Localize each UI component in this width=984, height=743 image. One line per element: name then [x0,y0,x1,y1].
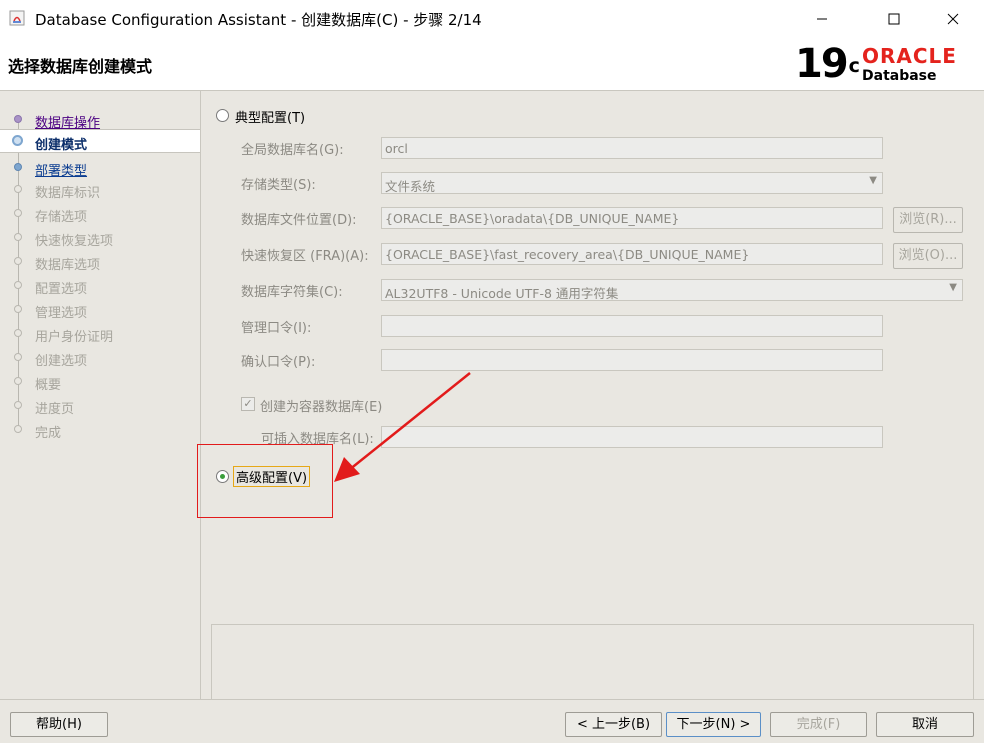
logo-version: 19 [795,41,849,87]
close-button[interactable] [930,0,976,38]
nav-step-db-identification: 数据库标识 [0,178,200,201]
main-panel: 典型配置(T) 全局数据库名(G): orcl 存储类型(S): 文件系统 ▼ … [201,91,984,701]
nav-step-deployment-type[interactable]: 部署类型 [0,156,200,179]
nav-step-label: 概要 [35,378,62,393]
nav-step-creation-options: 创建选项 [0,346,200,369]
step-pending-icon [14,257,22,265]
dropdown-arrow-icon: ▼ [949,282,957,293]
nav-step-label: 用户身份证明 [35,330,114,345]
help-button[interactable]: 帮助(H) [10,712,108,737]
step-pending-icon [14,233,22,241]
message-area [211,624,974,701]
nav-step-config-options: 配置选项 [0,274,200,297]
nav-step-fast-recovery: 快速恢复选项 [0,226,200,249]
fra-location-input[interactable]: {ORACLE_BASE}\fast_recovery_area\{DB_UNI… [381,243,883,265]
database-product-label: Database [862,68,937,84]
step-pending-icon [14,329,22,337]
java-app-icon [9,10,25,26]
fra-label: 快速恢复区 (FRA)(A): [241,249,369,264]
maximize-icon [888,13,900,25]
nav-step-label: 存储选项 [35,210,88,225]
nav-step-db-options: 数据库选项 [0,250,200,273]
minimize-button[interactable] [799,0,845,38]
annotation-highlight-box [197,444,333,518]
nav-step-creation-mode[interactable]: 创建模式 [0,129,200,153]
step-header: 选择数据库创建模式 19 c ORACLE Database [0,38,984,91]
browse-fra-button[interactable]: 浏览(O)... [893,243,963,269]
nav-step-label: 管理选项 [35,306,88,321]
minimize-icon [817,18,827,20]
step-pending-icon [14,353,22,361]
nav-step-progress: 进度页 [0,394,200,417]
nav-step-label: 部署类型 [35,164,88,179]
finish-button[interactable]: 完成(F) [770,712,867,737]
title-bar: Database Configuration Assistant - 创建数据库… [0,0,984,38]
step-pending-icon [14,401,22,409]
global-db-name-label: 全局数据库名(G): [241,143,344,158]
db-file-location-label: 数据库文件位置(D): [241,213,357,228]
nav-step-label: 数据库标识 [35,186,101,201]
step-navigation: 数据库操作 创建模式 部署类型 数据库标识 存储选项 快速恢复选项 数据库选项 [0,91,201,699]
maximize-button[interactable] [871,0,917,38]
close-icon [947,13,959,25]
step-current-icon [12,135,23,146]
charset-label: 数据库字符集(C): [241,285,343,300]
storage-type-label: 存储类型(S): [241,178,316,193]
next-button[interactable]: 下一步(N) > [666,712,761,737]
nav-step-finish: 完成 [0,418,200,441]
charset-select[interactable]: AL32UTF8 - Unicode UTF-8 通用字符集 ▼ [381,279,963,301]
nav-step-label: 完成 [35,426,62,441]
step-pending-icon [14,281,22,289]
typical-config-label[interactable]: 典型配置(T) [235,107,305,126]
page-title: 选择数据库创建模式 [8,57,153,76]
dbca-window: Database Configuration Assistant - 创建数据库… [0,0,984,743]
dropdown-arrow-icon: ▼ [869,175,877,186]
confirm-password-input[interactable] [381,349,883,371]
admin-password-label: 管理口令(I): [241,321,312,336]
step-next-icon [14,163,22,171]
confirm-password-label: 确认口令(P): [241,355,316,370]
typical-config-radio[interactable] [216,109,229,122]
nav-step-label: 数据库选项 [35,258,101,273]
storage-type-select[interactable]: 文件系统 ▼ [381,172,883,194]
oracle-19c-logo: 19 c [795,41,860,87]
nav-step-storage: 存储选项 [0,202,200,225]
admin-password-input[interactable] [381,315,883,337]
db-file-location-input[interactable]: {ORACLE_BASE}\oradata\{DB_UNIQUE_NAME} [381,207,883,229]
step-pending-icon [14,209,22,217]
nav-step-label: 进度页 [35,402,75,417]
nav-step-label: 配置选项 [35,282,88,297]
oracle-brand: ORACLE [862,44,957,68]
cancel-button[interactable]: 取消 [876,712,974,737]
step-pending-icon [14,305,22,313]
browse-db-location-button[interactable]: 浏览(R)... [893,207,963,233]
nav-step-label: 创建模式 [35,138,88,153]
nav-step-summary: 概要 [0,370,200,393]
nav-step-label: 创建选项 [35,354,88,369]
charset-value: AL32UTF8 - Unicode UTF-8 通用字符集 [385,286,619,301]
step-pending-icon [14,425,22,433]
global-db-name-input[interactable]: orcl [381,137,883,159]
wizard-footer: 帮助(H) < 上一步(B) 下一步(N) > 完成(F) 取消 [0,699,984,743]
storage-type-value: 文件系统 [385,179,436,194]
annotation-arrow-icon [334,372,471,482]
step-done-icon [14,115,22,123]
logo-suffix: c [848,55,860,77]
step-pending-icon [14,377,22,385]
window-title: Database Configuration Assistant - 创建数据库… [35,11,482,29]
nav-step-management: 管理选项 [0,298,200,321]
container-db-checkbox[interactable]: ✓ [241,397,255,411]
nav-step-label: 快速恢复选项 [35,234,114,249]
nav-step-credentials: 用户身份证明 [0,322,200,345]
nav-step-db-operation[interactable]: 数据库操作 [0,108,200,131]
back-button[interactable]: < 上一步(B) [565,712,662,737]
step-pending-icon [14,185,22,193]
